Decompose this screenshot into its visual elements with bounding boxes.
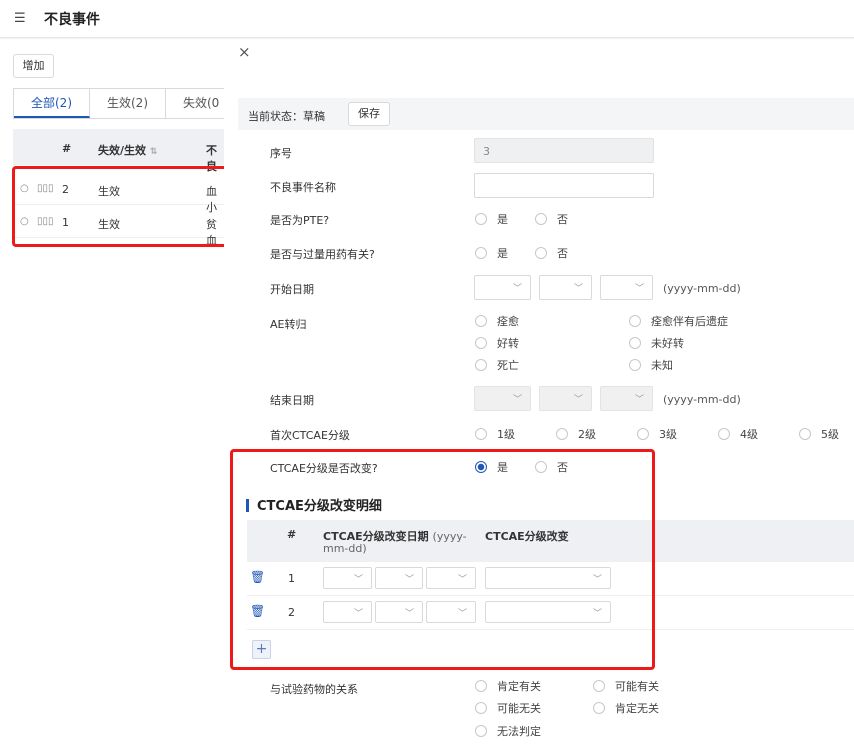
status-bar: 当前状态：草稿 保存 xyxy=(238,98,854,130)
ctcae-first-label: 首次CTCAE分级 xyxy=(270,429,350,442)
grade-radio[interactable]: 4级 xyxy=(718,426,758,442)
overdose-no-radio[interactable]: 否 xyxy=(535,245,568,261)
pte-label: 是否为PTE? xyxy=(270,214,330,227)
outcome-radio[interactable]: 痊愈 xyxy=(475,313,519,329)
status-tabs: 全部(2) 生效(2) 失效(0 xyxy=(13,88,238,119)
tab-active[interactable]: 生效(2) xyxy=(90,89,166,118)
name-label: 不良事件名称 xyxy=(270,181,336,194)
event-list-panel: 增加 全部(2) 生效(2) 失效(0 # 失效/生效 ⇅ 不良 ○ ▯▯▯ 2… xyxy=(0,39,238,749)
relation-radio[interactable]: 肯定有关 xyxy=(475,678,541,694)
grade-radio[interactable]: 1级 xyxy=(475,426,515,442)
highlight-box-rows xyxy=(12,166,230,247)
date-format-hint: (yyyy-mm-dd) xyxy=(663,393,741,406)
outcome-label: AE转归 xyxy=(270,318,307,331)
relation-radio[interactable]: 肯定无关 xyxy=(593,700,659,716)
add-button[interactable]: 增加 xyxy=(13,54,54,78)
outcome-radio[interactable]: 好转 xyxy=(475,335,519,351)
end-day-select: ﹀ xyxy=(600,386,653,411)
col-num: # xyxy=(62,142,72,155)
relation-radio[interactable]: 可能有关 xyxy=(593,678,659,694)
save-button[interactable]: 保存 xyxy=(348,102,390,126)
status-label: 当前状态：草稿 xyxy=(248,110,325,123)
chevron-down-icon: ﹀ xyxy=(573,284,583,294)
start-year-select[interactable]: ﹀ xyxy=(474,275,531,300)
table-header: # 失效/生效 ⇅ 不良 xyxy=(13,129,224,173)
end-month-select: ﹀ xyxy=(539,386,592,411)
chevron-down-icon: ﹀ xyxy=(512,284,522,294)
outcome-radio[interactable]: 痊愈伴有后遗症 xyxy=(629,313,728,329)
outcome-radio[interactable]: 死亡 xyxy=(475,357,519,373)
relation-label: 与试验药物的关系 xyxy=(270,683,358,696)
grade-radio[interactable]: 5级 xyxy=(799,426,839,442)
relation-radio[interactable]: 无法判定 xyxy=(475,723,541,739)
end-year-select: ﹀ xyxy=(474,386,531,411)
seq-field: 3 xyxy=(474,138,654,163)
chevron-down-icon: ﹀ xyxy=(634,395,644,405)
relation-radio[interactable]: 可能无关 xyxy=(475,700,541,716)
grade-radio[interactable]: 3级 xyxy=(637,426,677,442)
seq-label: 序号 xyxy=(270,147,292,160)
overdose-yes-radio[interactable]: 是 xyxy=(475,245,508,261)
highlight-box-ctcae xyxy=(230,449,655,670)
start-day-select[interactable]: ﹀ xyxy=(600,275,653,300)
start-date-label: 开始日期 xyxy=(270,283,314,296)
pte-no-radio[interactable]: 否 xyxy=(535,211,568,227)
page-title: 不良事件 xyxy=(44,12,100,28)
close-icon[interactable]: × xyxy=(238,43,251,61)
chevron-down-icon: ﹀ xyxy=(512,395,522,405)
menu-fold-icon[interactable]: ☰ xyxy=(14,11,26,26)
chevron-down-icon: ﹀ xyxy=(573,395,583,405)
overdose-label: 是否与过量用药有关? xyxy=(270,248,375,261)
event-name-field[interactable] xyxy=(474,173,654,198)
grade-radio[interactable]: 2级 xyxy=(556,426,596,442)
sort-icon[interactable]: ⇅ xyxy=(150,147,158,157)
chevron-down-icon: ﹀ xyxy=(634,284,644,294)
pte-yes-radio[interactable]: 是 xyxy=(475,211,508,227)
outcome-radio[interactable]: 未知 xyxy=(629,357,673,373)
col-status-label: 失效/生效 xyxy=(98,144,147,157)
end-date-label: 结束日期 xyxy=(270,394,314,407)
date-format-hint: (yyyy-mm-dd) xyxy=(663,282,741,295)
outcome-radio[interactable]: 未好转 xyxy=(629,335,684,351)
col-status[interactable]: 失效/生效 ⇅ xyxy=(98,142,157,158)
start-month-select[interactable]: ﹀ xyxy=(539,275,592,300)
top-bar: ☰ 不良事件 xyxy=(0,0,854,38)
tab-all[interactable]: 全部(2) xyxy=(14,89,90,118)
